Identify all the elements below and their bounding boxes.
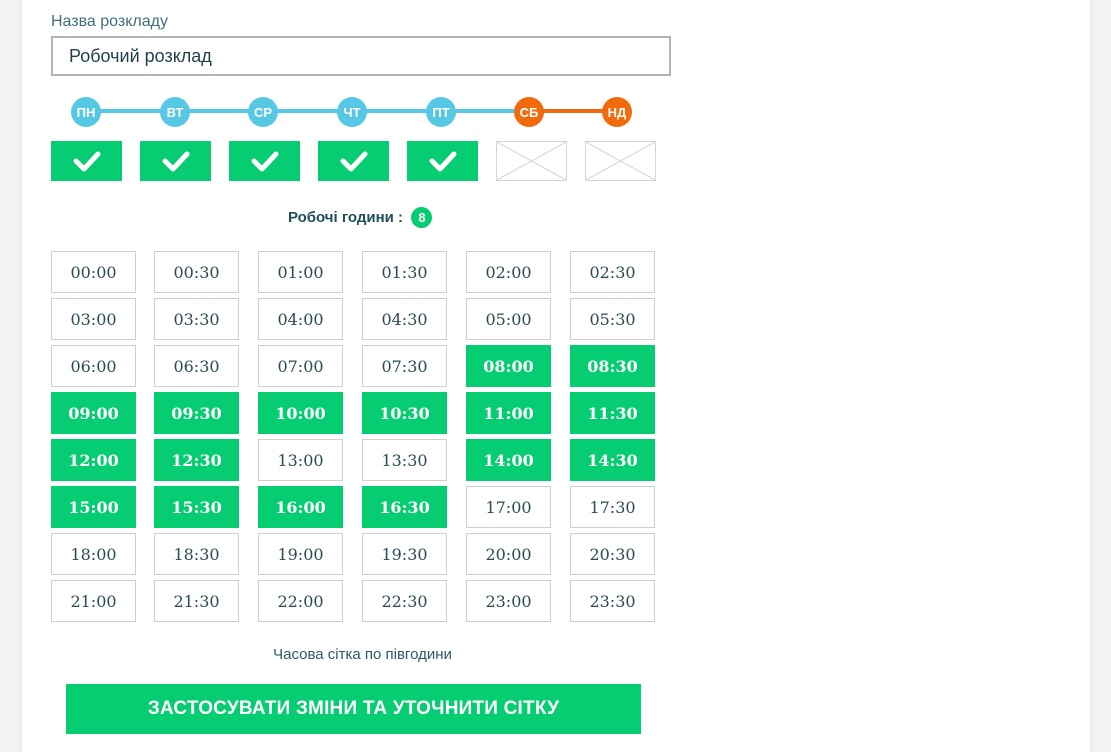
time-slot[interactable]: 23:30 bbox=[570, 580, 655, 622]
time-slot[interactable]: 12:30 bbox=[154, 439, 239, 481]
time-slot[interactable]: 13:00 bbox=[258, 439, 343, 481]
day-label-1: ПН bbox=[71, 97, 101, 127]
checkmark-icon bbox=[251, 151, 278, 172]
time-slot[interactable]: 03:00 bbox=[51, 298, 136, 340]
day-toggle-3[interactable] bbox=[229, 141, 300, 181]
time-slot[interactable]: 05:00 bbox=[466, 298, 551, 340]
checkmark-icon bbox=[73, 151, 100, 172]
day-toggle-1[interactable] bbox=[51, 141, 122, 181]
day-label-7: НД bbox=[602, 97, 632, 127]
time-slot[interactable]: 03:30 bbox=[154, 298, 239, 340]
time-slot[interactable]: 21:00 bbox=[51, 580, 136, 622]
time-slot[interactable]: 02:30 bbox=[570, 251, 655, 293]
time-slot[interactable]: 16:30 bbox=[362, 486, 447, 528]
time-slot[interactable]: 18:00 bbox=[51, 533, 136, 575]
time-slot[interactable]: 23:00 bbox=[466, 580, 551, 622]
checkmark-icon bbox=[429, 151, 456, 172]
time-slot[interactable]: 15:30 bbox=[154, 486, 239, 528]
time-slot[interactable]: 20:00 bbox=[466, 533, 551, 575]
time-slot[interactable]: 07:00 bbox=[258, 345, 343, 387]
time-slot[interactable]: 04:30 bbox=[362, 298, 447, 340]
time-slot[interactable]: 05:30 bbox=[570, 298, 655, 340]
time-slot[interactable]: 16:00 bbox=[258, 486, 343, 528]
time-slot[interactable]: 22:30 bbox=[362, 580, 447, 622]
day-toggle-2[interactable] bbox=[140, 141, 211, 181]
time-slot[interactable]: 15:00 bbox=[51, 486, 136, 528]
time-slot[interactable]: 14:30 bbox=[570, 439, 655, 481]
day-label-4: ЧТ bbox=[337, 97, 367, 127]
cross-placeholder-icon bbox=[586, 142, 655, 180]
time-slot[interactable]: 20:30 bbox=[570, 533, 655, 575]
time-slot[interactable]: 13:30 bbox=[362, 439, 447, 481]
time-slot[interactable]: 04:00 bbox=[258, 298, 343, 340]
day-toggle-4[interactable] bbox=[318, 141, 389, 181]
working-hours-summary: Робочі години : 8 bbox=[0, 207, 720, 228]
day-label-2: ВТ bbox=[160, 97, 190, 127]
time-slot[interactable]: 06:00 bbox=[51, 345, 136, 387]
time-slot[interactable]: 14:00 bbox=[466, 439, 551, 481]
checkmark-icon bbox=[340, 151, 367, 172]
time-slot[interactable]: 19:00 bbox=[258, 533, 343, 575]
working-hours-count-badge: 8 bbox=[411, 207, 433, 228]
time-slot[interactable]: 21:30 bbox=[154, 580, 239, 622]
schedule-name-input[interactable] bbox=[51, 36, 671, 76]
time-slot[interactable]: 01:00 bbox=[258, 251, 343, 293]
day-toggle-6[interactable] bbox=[496, 141, 567, 181]
time-slot[interactable]: 08:30 bbox=[570, 345, 655, 387]
day-label-3: СР bbox=[248, 97, 278, 127]
time-slot[interactable]: 07:30 bbox=[362, 345, 447, 387]
grid-step-note: Часова сітка по півгодини bbox=[273, 646, 452, 663]
schedule-name-label: Назва розкладу bbox=[51, 13, 168, 30]
time-slot[interactable]: 10:00 bbox=[258, 392, 343, 434]
time-slot[interactable]: 18:30 bbox=[154, 533, 239, 575]
time-slot[interactable]: 22:00 bbox=[258, 580, 343, 622]
time-slot[interactable]: 00:30 bbox=[154, 251, 239, 293]
day-label-6: СБ bbox=[514, 97, 544, 127]
time-slot[interactable]: 01:30 bbox=[362, 251, 447, 293]
time-slot[interactable]: 19:30 bbox=[362, 533, 447, 575]
day-toggle-7[interactable] bbox=[585, 141, 656, 181]
time-slot[interactable]: 10:30 bbox=[362, 392, 447, 434]
time-slot[interactable]: 17:30 bbox=[570, 486, 655, 528]
cross-placeholder-icon bbox=[497, 142, 566, 180]
apply-changes-button[interactable]: ЗАСТОСУВАТИ ЗМІНИ ТА УТОЧНИТИ СІТКУ bbox=[66, 684, 641, 734]
time-slot[interactable]: 06:30 bbox=[154, 345, 239, 387]
time-slot[interactable]: 09:00 bbox=[51, 392, 136, 434]
time-slot[interactable]: 12:00 bbox=[51, 439, 136, 481]
time-slot[interactable]: 11:00 bbox=[466, 392, 551, 434]
day-label-5: ПТ bbox=[426, 97, 456, 127]
time-slot[interactable]: 09:30 bbox=[154, 392, 239, 434]
time-slot[interactable]: 02:00 bbox=[466, 251, 551, 293]
time-slot[interactable]: 08:00 bbox=[466, 345, 551, 387]
checkmark-icon bbox=[162, 151, 189, 172]
time-slot[interactable]: 17:00 bbox=[466, 486, 551, 528]
time-slot[interactable]: 11:30 bbox=[570, 392, 655, 434]
day-toggle-5[interactable] bbox=[407, 141, 478, 181]
time-slot[interactable]: 00:00 bbox=[51, 251, 136, 293]
working-hours-label: Робочі години : bbox=[287, 209, 404, 226]
